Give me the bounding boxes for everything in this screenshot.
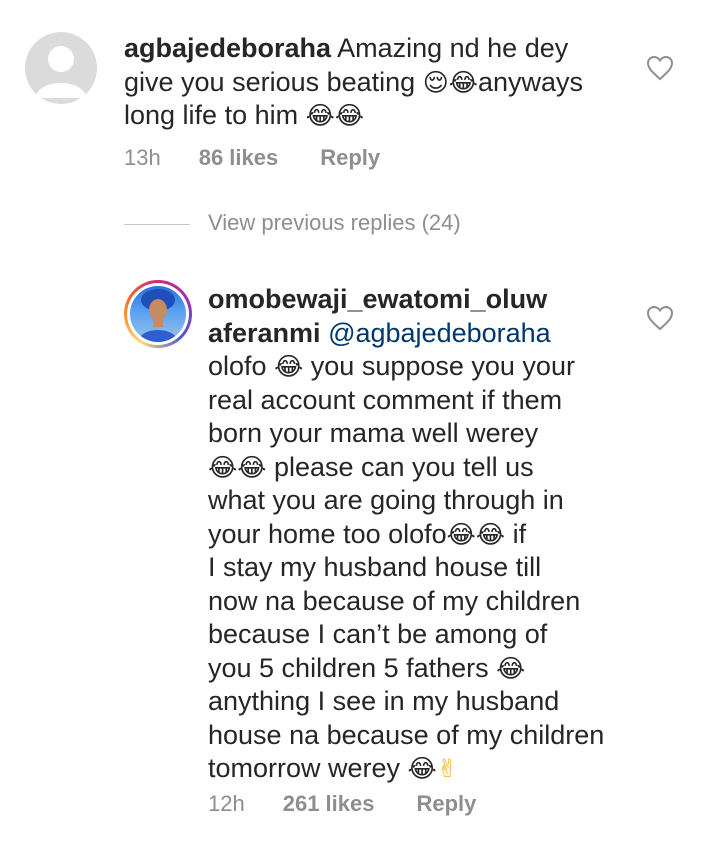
comment-meta: 13h 86 likes Reply	[124, 145, 380, 171]
reply-line: what you are going through in	[208, 485, 564, 515]
comment-body: agbajedeboraha Amazing nd he dey give yo…	[124, 32, 644, 133]
laughing-emoji: 😂	[305, 101, 335, 130]
reply-username[interactable]: omobewaji_ewatomi_oluw	[208, 284, 547, 314]
reply-line: you 5 children 5 fathers	[208, 652, 497, 683]
reply-line: your home too olofo	[208, 518, 447, 549]
reply-line: real account comment if them	[208, 384, 563, 415]
reply-line: olofo	[208, 351, 275, 381]
laughing-emoji: 😂	[475, 519, 506, 549]
reply-time: 12h	[208, 791, 245, 816]
laughing-emoji: 😂	[448, 67, 478, 97]
laughing-emoji: 😂	[237, 452, 267, 482]
peace-hand-emoji: ✌	[436, 754, 458, 783]
reply-body: omobewaji_ewatomi_oluw aferanmi @agbajed…	[208, 283, 648, 786]
laughing-emoji: 😂	[208, 452, 238, 482]
reply-username-cont[interactable]: aferanmi	[208, 318, 321, 348]
comment-text-line1: Amazing nd he dey	[331, 33, 569, 63]
reply-line: I stay my husband house till	[208, 552, 542, 582]
reply-line: please can you tell us	[266, 451, 534, 482]
reply-line: if	[505, 518, 527, 549]
laughing-emoji: 😂	[446, 519, 476, 549]
laughing-emoji: 😂	[407, 754, 437, 783]
reply-line: you suppose you your	[303, 351, 575, 381]
reply-line: because I can’t be among of	[208, 619, 548, 649]
comment-username[interactable]: agbajedeboraha	[124, 33, 331, 63]
comment-reply-button[interactable]: Reply	[320, 145, 380, 171]
replies-divider	[124, 224, 190, 225]
reply-avatar[interactable]	[124, 280, 192, 348]
reply-meta: 12h 261 likes Reply	[208, 791, 476, 817]
default-avatar-icon	[35, 46, 87, 98]
reply-likes-button[interactable]: 261 likes	[283, 791, 375, 817]
reply-line: house na because of my children	[208, 719, 605, 750]
reply-line: tomorrow werey	[208, 753, 408, 783]
heart-icon[interactable]	[646, 55, 674, 81]
profile-photo-icon	[138, 289, 178, 342]
laughing-emoji: 😂	[496, 653, 526, 683]
default-avatar[interactable]	[25, 32, 97, 104]
reply-reply-button[interactable]: Reply	[416, 791, 476, 817]
reply-line: now na because of my children	[208, 585, 581, 616]
reply-line: born your mama well werey	[208, 418, 539, 448]
comment-text-line2b: anyways	[477, 66, 584, 97]
comment-likes-button[interactable]: 86 likes	[199, 145, 279, 171]
comment-text-line2a: give you serious beating	[124, 66, 423, 97]
laughing-emoji: 😂	[334, 101, 365, 130]
avatar-photo	[130, 286, 186, 342]
reply-line: anything I see in my husband	[208, 686, 560, 716]
view-previous-replies-button[interactable]: View previous replies (24)	[208, 210, 461, 236]
relieved-emoji: 😌	[422, 67, 449, 97]
laughing-emoji: 😂	[274, 352, 304, 381]
heart-icon[interactable]	[646, 305, 674, 331]
comment-time: 13h	[124, 145, 161, 170]
comment-text-line3: long life to him	[124, 100, 306, 130]
reply-mention-link[interactable]: @agbajedeboraha	[328, 318, 551, 348]
